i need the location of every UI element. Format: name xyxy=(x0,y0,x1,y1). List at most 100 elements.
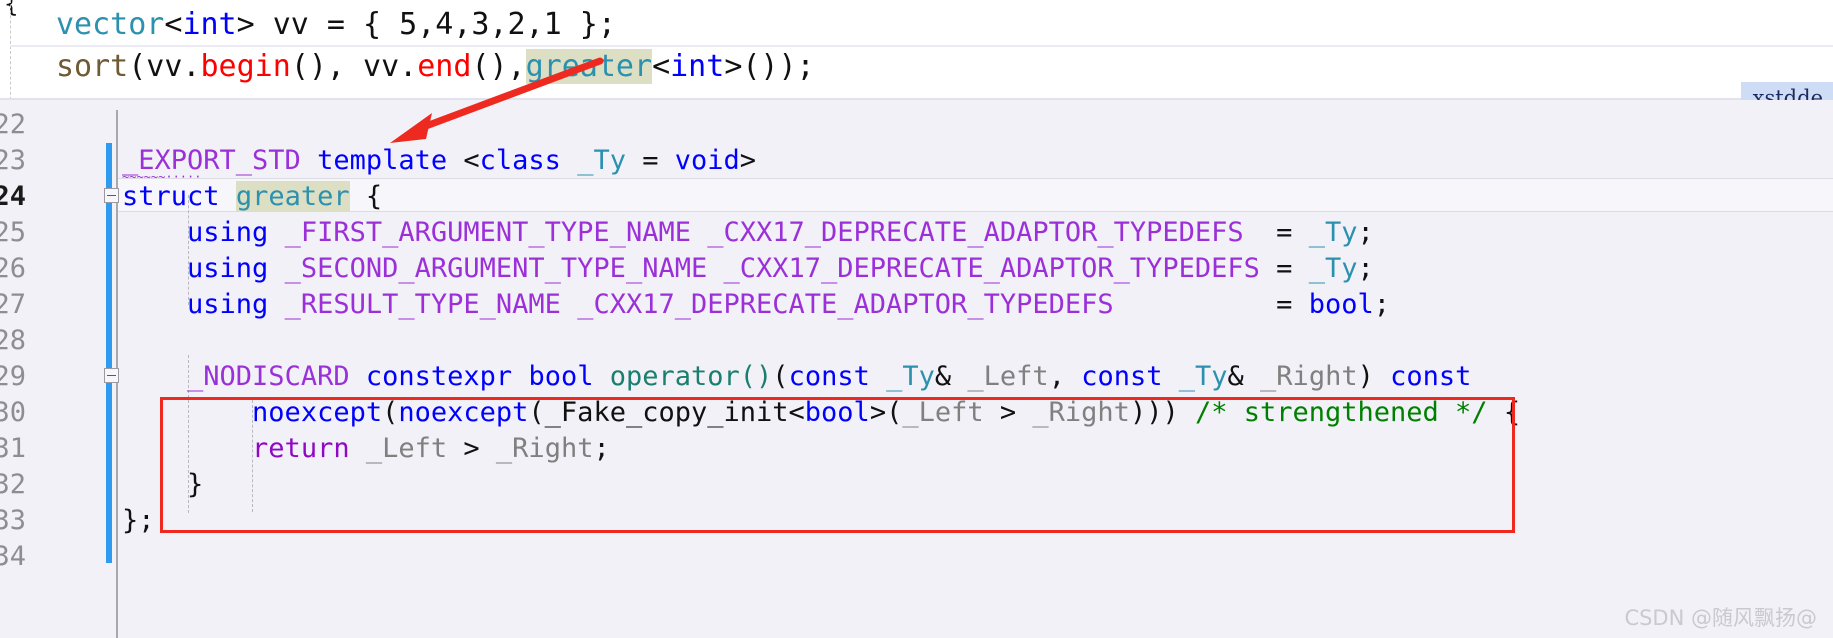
token-fake-copy-init: _Fake_copy_init xyxy=(544,397,789,428)
code-line-124: struct greater { xyxy=(122,179,382,215)
code-editor-screenshot: { vector<int> vv = { 5,4,3,2,1 }; sort(v… xyxy=(0,0,1833,638)
token-ty-123: _Ty xyxy=(577,145,626,176)
token-right-131: _Right xyxy=(495,433,594,464)
token-close-struct-133: }; xyxy=(122,505,155,536)
token-space-123a xyxy=(301,145,317,176)
token-cxx17-127: _CXX17_DEPRECATE_ADAPTOR_TYPEDEFS xyxy=(577,289,1114,320)
token-vector: vector xyxy=(56,7,165,42)
token-space-129d xyxy=(870,361,886,392)
line-number-131: 131 xyxy=(0,433,26,464)
line-number-134: 134 xyxy=(0,541,26,572)
changed-lines-indicator xyxy=(106,143,112,563)
token-ty-125: _Ty xyxy=(1308,217,1358,248)
token-using-127: using xyxy=(187,289,269,320)
token-brace-130: { xyxy=(1487,397,1521,428)
token-eq-123: = xyxy=(625,145,675,176)
token-amp-129b: & xyxy=(1227,361,1261,392)
token-space-129b xyxy=(512,361,528,392)
token-close-brace-132: } xyxy=(122,469,204,500)
token-nodiscard: _NODISCARD xyxy=(187,361,350,392)
token-begin: begin xyxy=(200,49,291,84)
code-line-132: } xyxy=(122,467,203,503)
code-line-130: noexcept(noexcept(_Fake_copy_init<bool>(… xyxy=(122,395,1520,431)
token-space-127b xyxy=(561,289,577,320)
token-angle-open: < xyxy=(164,7,183,42)
token-end: end xyxy=(417,49,472,84)
token-left-131: _Left xyxy=(365,433,448,464)
token-left-129: _Left xyxy=(967,361,1049,392)
token-left-130: _Left xyxy=(902,397,984,428)
line-number-129: 129 xyxy=(0,361,26,392)
code-line-123: _EXPORT_STD template <class _Ty = void> xyxy=(122,143,756,179)
token-space-124 xyxy=(220,181,236,212)
line-number-132: 132 xyxy=(0,469,26,500)
csdn-watermark: CSDN @随风飘扬@ xyxy=(1624,606,1817,630)
token-paren-129: ( xyxy=(772,361,789,392)
token-rparen-129: ) xyxy=(1357,361,1391,392)
token-lt-123: < xyxy=(447,145,480,176)
token-space-129a xyxy=(350,361,366,392)
token-int: int xyxy=(182,7,237,42)
token-gt-123: > xyxy=(739,145,757,176)
snippet-line-sort-call: sort(vv.begin(), vv.end(),greater<int>()… xyxy=(56,48,815,86)
token-eq-127: = xyxy=(1113,289,1309,320)
token-bool-130: bool xyxy=(804,397,870,428)
token-tail: >()); xyxy=(724,49,815,84)
token-noexcept-b: noexcept xyxy=(398,397,529,428)
token-greater-highlighted: greater xyxy=(525,49,653,84)
token-ty-129b: _Ty xyxy=(1178,361,1228,392)
token-gt-130: >( xyxy=(869,397,903,428)
token-first-arg-type-name: _FIRST_ARGUMENT_TYPE_NAME xyxy=(284,217,691,248)
token-amp-129a: & xyxy=(934,361,968,392)
token-semi-127: ; xyxy=(1373,289,1390,320)
token-semi-126: ; xyxy=(1357,253,1374,284)
token-space-126b xyxy=(707,253,723,284)
token-close-130: ))) xyxy=(1129,397,1195,428)
token-int-2: int xyxy=(670,49,725,84)
line-number-128: 128 xyxy=(0,325,26,356)
line-number-125: 125 xyxy=(0,217,26,248)
token-indent-131 xyxy=(122,433,252,464)
token-space-129e xyxy=(1162,361,1178,392)
token-const-129c: const xyxy=(1390,361,1472,392)
line-number-123: 123 xyxy=(0,145,26,176)
token-struct: struct xyxy=(122,181,220,212)
snippet-line-vector-decl: vector<int> vv = { 5,4,3,2,1 }; xyxy=(56,6,616,44)
token-eq-125: = xyxy=(1243,217,1309,248)
fold-toggle-struct[interactable] xyxy=(104,188,119,203)
token-result-type-name: _RESULT_TYPE_NAME xyxy=(284,289,561,320)
editor-pane: 122 123 124 125 126 127 128 129 130 131 … xyxy=(0,100,1833,638)
token-bool-129: bool xyxy=(528,361,594,392)
token-sort: sort xyxy=(56,49,129,84)
token-angle-open-2: < xyxy=(652,49,671,84)
token-right-129: _Right xyxy=(1260,361,1358,392)
line-number-124: 124 xyxy=(0,181,26,212)
token-using-126: using xyxy=(187,253,269,284)
code-line-126: using _SECOND_ARGUMENT_TYPE_NAME _CXX17_… xyxy=(122,251,1374,287)
token-angle-close: > vv = { 5,4,3,2,1 }; xyxy=(236,7,616,42)
line-number-122: 122 xyxy=(0,109,26,140)
code-line-129: _NODISCARD constexpr bool operator()(con… xyxy=(122,359,1471,395)
token-space-129c xyxy=(593,361,609,392)
code-line-131: return _Left > _Right; xyxy=(122,431,610,467)
token-comma-129: , xyxy=(1048,361,1082,392)
fold-toggle-operator[interactable] xyxy=(104,368,119,383)
token-template: template xyxy=(317,145,448,176)
token-comment-strengthened: /* strengthened */ xyxy=(1194,397,1488,428)
token-void: void xyxy=(674,145,740,176)
token-right-130: _Right xyxy=(1032,397,1130,428)
token-bool-127: bool xyxy=(1308,289,1374,320)
code-line-127: using _RESULT_TYPE_NAME _CXX17_DEPRECATE… xyxy=(122,287,1390,323)
token-indent-130 xyxy=(122,397,252,428)
token-paren-130a: ( xyxy=(382,397,399,428)
line-number-126: 126 xyxy=(0,253,26,284)
code-line-133: }; xyxy=(122,503,155,539)
line-number-gutter: 122 123 124 125 126 127 128 129 130 131 … xyxy=(0,100,118,638)
line-number-130: 130 xyxy=(0,397,26,428)
line-number-127: 127 xyxy=(0,289,26,320)
token-space-123b xyxy=(561,145,577,176)
token-semi-125: ; xyxy=(1357,217,1374,248)
token-sep-2: (), xyxy=(471,49,526,84)
token-ty-129a: _Ty xyxy=(886,361,935,392)
token-paren-open: (vv. xyxy=(128,49,201,84)
